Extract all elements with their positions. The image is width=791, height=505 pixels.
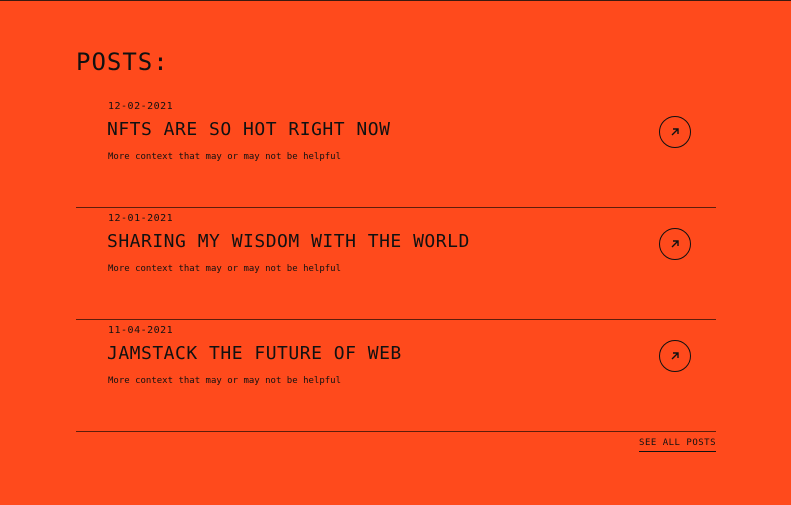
top-divider	[0, 0, 791, 1]
arrow-up-right-icon	[671, 128, 679, 136]
post-item: 12-01-2021 SHARING MY WISDOM WITH THE WO…	[76, 208, 716, 320]
post-title[interactable]: SHARING MY WISDOM WITH THE WORLD	[107, 231, 470, 253]
post-link-button[interactable]	[659, 340, 691, 372]
post-title[interactable]: JAMSTACK THE FUTURE OF WEB	[107, 343, 402, 365]
post-link-button[interactable]	[659, 116, 691, 148]
section-title: POSTS:	[76, 48, 169, 76]
arrow-up-right-icon	[671, 240, 679, 248]
post-description: More context that may or may not be help…	[108, 376, 341, 386]
post-description: More context that may or may not be help…	[108, 264, 341, 274]
post-item: 11-04-2021 JAMSTACK THE FUTURE OF WEB Mo…	[76, 320, 716, 432]
arrow-up-right-icon	[671, 352, 679, 360]
post-list: 12-02-2021 NFTS ARE SO HOT RIGHT NOW Mor…	[76, 96, 716, 432]
post-description: More context that may or may not be help…	[108, 152, 341, 162]
post-date: 11-04-2021	[108, 325, 174, 336]
post-link-button[interactable]	[659, 228, 691, 260]
post-date: 12-02-2021	[108, 101, 174, 112]
see-all-posts-link[interactable]: SEE ALL POSTS	[639, 438, 716, 452]
post-item: 12-02-2021 NFTS ARE SO HOT RIGHT NOW Mor…	[76, 96, 716, 208]
post-title[interactable]: NFTS ARE SO HOT RIGHT NOW	[107, 119, 390, 141]
post-date: 12-01-2021	[108, 213, 174, 224]
